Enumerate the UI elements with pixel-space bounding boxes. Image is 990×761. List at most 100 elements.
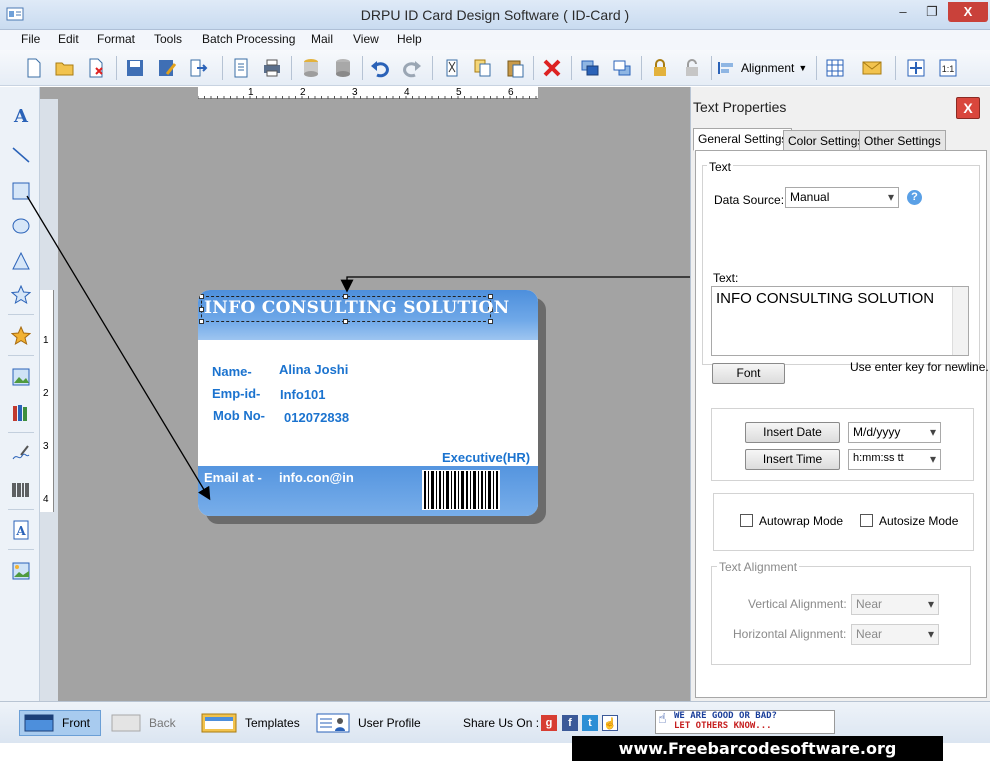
batch-database-icon[interactable] <box>331 56 355 80</box>
menu-help[interactable]: Help <box>397 32 422 46</box>
card-email-value[interactable]: info.con@in <box>279 470 354 485</box>
front-tab[interactable]: Front <box>19 710 101 736</box>
toolbar: Alignment ▼ 1:1 <box>0 50 990 86</box>
copy-icon[interactable] <box>471 56 495 80</box>
like-icon[interactable]: ☝ <box>602 715 618 731</box>
background-tool-icon[interactable] <box>10 560 32 582</box>
line-tool-icon[interactable] <box>10 144 32 166</box>
mail-icon[interactable] <box>860 56 884 80</box>
insert-time-button[interactable]: Insert Time <box>745 449 840 470</box>
image-tool-icon[interactable] <box>10 366 32 388</box>
watermark-tool-icon[interactable]: A <box>10 519 32 541</box>
send-backward-icon[interactable] <box>610 56 634 80</box>
google-plus-icon[interactable]: g <box>541 715 557 731</box>
new-file-icon[interactable] <box>22 56 46 80</box>
undo-icon[interactable] <box>368 56 392 80</box>
close-window-button[interactable]: X <box>948 2 988 22</box>
time-format-select[interactable]: h:mm:ss tt <box>848 449 941 470</box>
star-tool-icon[interactable] <box>10 284 32 306</box>
svg-text:A: A <box>13 106 29 125</box>
lock-icon[interactable] <box>648 56 672 80</box>
data-source-select[interactable]: Manual <box>785 187 899 208</box>
autowrap-checkbox[interactable] <box>740 514 753 527</box>
maximize-button[interactable]: ❐ <box>918 2 946 22</box>
rectangle-tool-icon[interactable] <box>10 180 32 202</box>
text-scrollbar[interactable] <box>952 287 968 355</box>
user-profile-button[interactable]: User Profile <box>316 710 421 736</box>
card-empid-value[interactable]: Info101 <box>280 387 326 402</box>
redo-icon[interactable] <box>400 56 424 80</box>
grid-icon[interactable] <box>823 56 847 80</box>
templates-button[interactable]: Templates <box>201 710 300 736</box>
bring-forward-icon[interactable] <box>578 56 602 80</box>
close-file-icon[interactable] <box>85 56 109 80</box>
autosize-checkbox[interactable] <box>860 514 873 527</box>
ellipse-tool-icon[interactable] <box>10 215 32 237</box>
back-tab[interactable]: Back <box>111 710 176 736</box>
print-icon[interactable] <box>260 56 284 80</box>
unlock-icon[interactable] <box>680 56 704 80</box>
insert-date-button[interactable]: Insert Date <box>745 422 840 443</box>
twitter-icon[interactable]: t <box>582 715 598 731</box>
user-profile-icon <box>316 713 350 733</box>
menu-format[interactable]: Format <box>97 32 135 46</box>
menu-view[interactable]: View <box>353 32 379 46</box>
actual-size-icon[interactable]: 1:1 <box>936 56 960 80</box>
cut-icon[interactable] <box>440 56 464 80</box>
facebook-icon[interactable]: f <box>562 715 578 731</box>
text-label: Text: <box>713 271 739 285</box>
database-icon[interactable] <box>299 56 323 80</box>
tab-color-settings[interactable]: Color Settings <box>783 130 869 151</box>
export-icon[interactable] <box>186 56 210 80</box>
page-properties-icon[interactable] <box>229 56 253 80</box>
menu-edit[interactable]: Edit <box>58 32 79 46</box>
resize-handle[interactable] <box>343 319 348 324</box>
templates-label: Templates <box>245 716 300 730</box>
fit-to-window-icon[interactable] <box>904 56 928 80</box>
symbol-tool-icon[interactable] <box>10 325 32 347</box>
ruler-tick-label: 1 <box>43 335 49 346</box>
save-icon[interactable] <box>123 56 147 80</box>
tab-general-settings[interactable]: General Settings <box>693 128 793 151</box>
font-button[interactable]: Font <box>712 363 785 384</box>
save-as-icon[interactable] <box>155 56 179 80</box>
feedback-banner[interactable]: WE ARE GOOD OR BAD? LET OTHERS KNOW... ☝ <box>655 710 835 734</box>
svg-text:1:1: 1:1 <box>942 64 955 74</box>
date-format-select[interactable]: M/d/yyyy <box>848 422 941 443</box>
paste-icon[interactable] <box>503 56 527 80</box>
triangle-tool-icon[interactable] <box>10 250 32 272</box>
close-properties-button[interactable]: X <box>956 97 980 119</box>
menu-tools[interactable]: Tools <box>154 32 182 46</box>
resize-handle[interactable] <box>488 319 493 324</box>
text-input[interactable]: INFO CONSULTING SOLUTION <box>711 286 969 356</box>
card-designation[interactable]: Executive(HR) <box>442 450 530 465</box>
horizontal-alignment-select[interactable]: Near <box>851 624 939 645</box>
signature-tool-icon[interactable] <box>10 442 32 464</box>
card-mob-label[interactable]: Mob No- <box>213 408 265 423</box>
card-mob-value[interactable]: 012072838 <box>284 410 349 425</box>
menu-file[interactable]: File <box>21 32 40 46</box>
library-tool-icon[interactable] <box>10 402 32 424</box>
help-icon[interactable]: ? <box>907 190 922 205</box>
card-name-value[interactable]: Alina Joshi <box>279 362 348 377</box>
barcode-tool-icon[interactable] <box>10 479 32 501</box>
resize-handle[interactable] <box>199 319 204 324</box>
id-card[interactable]: INFO CONSULTING SOLUTION Name- Alina Jos… <box>198 290 538 516</box>
delete-icon[interactable] <box>540 56 564 80</box>
card-barcode[interactable] <box>422 470 500 510</box>
alignment-dropdown[interactable]: Alignment ▼ <box>717 58 807 78</box>
tab-other-settings[interactable]: Other Settings <box>859 130 946 151</box>
menu-mail[interactable]: Mail <box>311 32 333 46</box>
minimize-button[interactable]: – <box>889 2 917 22</box>
card-title-text[interactable]: INFO CONSULTING SOLUTION <box>204 298 510 318</box>
open-folder-icon[interactable] <box>53 56 77 80</box>
vertical-alignment-select[interactable]: Near <box>851 594 939 615</box>
menu-batch-processing[interactable]: Batch Processing <box>202 32 295 46</box>
text-alignment-title: Text Alignment <box>717 560 800 574</box>
card-email-label[interactable]: Email at - <box>204 470 262 485</box>
card-name-label[interactable]: Name- <box>212 364 252 379</box>
ruler-tick-label: 2 <box>300 87 306 98</box>
text-tool-icon[interactable]: A <box>10 104 32 126</box>
ruler-tick-label: 1 <box>248 87 254 98</box>
card-empid-label[interactable]: Emp-id- <box>212 386 260 401</box>
